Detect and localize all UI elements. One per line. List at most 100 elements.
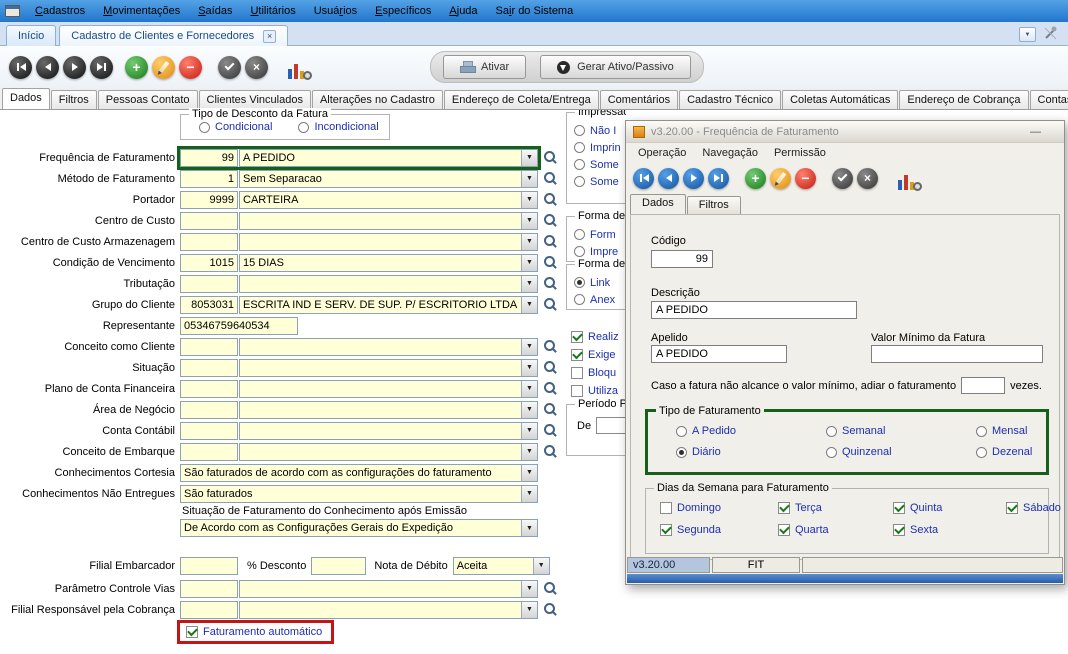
menu-item[interactable]: Sair do Sistema <box>487 0 583 22</box>
combo-field[interactable]: ESCRITA IND E SERV. DE SUP. P/ ESCRITORI… <box>239 296 538 314</box>
checkbox-option[interactable]: Realiz <box>566 328 626 346</box>
dropdown-arrow-icon[interactable]: ▼ <box>521 602 537 618</box>
nota-debito-combo[interactable]: Aceita ▼ <box>453 557 550 575</box>
code-input[interactable]: 1015 <box>180 254 238 272</box>
code-input[interactable]: 99 <box>180 149 238 167</box>
record-tab[interactable]: Endereço de Cobrança <box>899 90 1028 110</box>
search-icon[interactable] <box>543 402 557 417</box>
search-icon[interactable] <box>543 602 557 617</box>
search-icon[interactable] <box>543 255 557 270</box>
next-record-button[interactable] <box>683 168 704 189</box>
search-icon[interactable] <box>543 444 557 459</box>
edit-record-button[interactable] <box>770 168 791 189</box>
record-tab[interactable]: Dados <box>2 88 50 110</box>
dropdown-arrow-icon[interactable]: ▼ <box>521 297 537 313</box>
dropdown-arrow-icon[interactable]: ▼ <box>521 486 537 502</box>
radio-option[interactable]: A Pedido <box>676 425 826 437</box>
dropdown-arrow-icon[interactable]: ▼ <box>521 150 537 166</box>
chart-button[interactable] <box>286 55 312 79</box>
dropdown-arrow-icon[interactable]: ▼ <box>521 423 537 439</box>
checkbox-option[interactable]: Sábado <box>1006 502 1061 514</box>
radio-option[interactable]: Some <box>574 173 626 190</box>
combo-field[interactable]: ▼ <box>239 275 538 293</box>
code-input[interactable] <box>180 359 238 377</box>
code-input[interactable] <box>180 275 238 293</box>
delete-record-button[interactable]: − <box>179 56 202 79</box>
valor-minimo-input[interactable] <box>871 345 1043 363</box>
combo-field[interactable]: ▼ <box>239 580 538 598</box>
faturamento-automatico-checkbox[interactable] <box>186 626 198 638</box>
record-tab[interactable]: Alterações no Cadastro <box>312 90 443 110</box>
dropdown-arrow-icon[interactable]: ▼ <box>521 360 537 376</box>
dialog-tab[interactable]: Filtros <box>687 196 741 214</box>
periodo-de-input[interactable] <box>596 417 626 434</box>
combo-field[interactable]: CARTEIRA ▼ <box>239 191 538 209</box>
radio-option[interactable]: Semanal <box>826 425 976 437</box>
delete-record-button[interactable]: − <box>795 168 816 189</box>
radio-option[interactable]: Some <box>574 156 626 173</box>
search-icon[interactable] <box>543 339 557 354</box>
combo-field[interactable]: ▼ <box>239 233 538 251</box>
gerar-ativo-passivo-button[interactable]: Gerar Ativo/Passivo <box>540 55 691 79</box>
menu-item[interactable]: Usuários <box>305 0 366 22</box>
radio-option[interactable]: Imprin <box>574 139 626 156</box>
dropdown-arrow-icon[interactable]: ▼ <box>533 558 549 574</box>
combo-field[interactable]: ▼ <box>239 443 538 461</box>
confirm-button[interactable] <box>218 56 241 79</box>
cancel-button[interactable]: × <box>857 168 878 189</box>
dropdown-arrow-icon[interactable]: ▼ <box>521 234 537 250</box>
menu-item[interactable]: Movimentações <box>94 0 189 22</box>
record-tab[interactable]: Endereço de Coleta/Entrega <box>444 90 599 110</box>
record-tab[interactable]: Contas a Re <box>1030 90 1068 110</box>
minimize-button[interactable]: — <box>1030 126 1041 138</box>
dialog-menu-item[interactable]: Permissão <box>766 147 834 159</box>
record-tab[interactable]: Pessoas Contato <box>98 90 198 110</box>
code-input[interactable] <box>180 580 238 598</box>
code-input[interactable] <box>180 212 238 230</box>
dropdown-arrow-icon[interactable]: ▼ <box>521 192 537 208</box>
checkbox-option[interactable]: Bloqu <box>566 364 626 382</box>
menu-item[interactable]: Ajuda <box>440 0 486 22</box>
dropdown-arrow-icon[interactable]: ▼ <box>521 339 537 355</box>
combo-field[interactable]: São faturados ▼ <box>180 485 538 503</box>
record-tab[interactable]: Coletas Automáticas <box>782 90 898 110</box>
situacao-faturamento-combo[interactable]: De Acordo com as Configurações Gerais do… <box>180 519 538 537</box>
dropdown-arrow-icon[interactable]: ▼ <box>521 171 537 187</box>
combo-field[interactable]: A PEDIDO ▼ <box>239 149 538 167</box>
code-input[interactable] <box>180 380 238 398</box>
code-input[interactable]: 8053031 <box>180 296 238 314</box>
search-icon[interactable] <box>543 171 557 186</box>
dropdown-arrow-icon[interactable]: ▼ <box>521 381 537 397</box>
checkbox-option[interactable]: Sexta <box>893 524 1006 536</box>
dropdown-arrow-icon[interactable]: ▼ <box>521 581 537 597</box>
combo-field[interactable]: ▼ <box>239 601 538 619</box>
apelido-input[interactable]: A PEDIDO <box>651 345 787 363</box>
code-input[interactable] <box>180 233 238 251</box>
ativar-button[interactable]: Ativar <box>443 55 526 79</box>
code-input[interactable] <box>180 338 238 356</box>
search-icon[interactable] <box>543 360 557 375</box>
menu-item[interactable]: Utilitários <box>241 0 304 22</box>
chart-button[interactable] <box>896 166 922 190</box>
combo-field[interactable]: ▼ <box>239 338 538 356</box>
search-icon[interactable] <box>543 234 557 249</box>
radio-option[interactable]: Mensal <box>976 425 1046 437</box>
checkbox-option[interactable]: Quinta <box>893 502 1006 514</box>
checkbox-option[interactable]: Exige <box>566 346 626 364</box>
dropdown-arrow-icon[interactable]: ▼ <box>521 255 537 271</box>
text-input[interactable]: 05346759640534 <box>180 317 298 335</box>
dropdown-arrow-icon[interactable]: ▼ <box>521 465 537 481</box>
record-tab[interactable]: Cadastro Técnico <box>679 90 781 110</box>
first-record-button[interactable] <box>9 56 32 79</box>
combo-field[interactable]: ▼ <box>239 359 538 377</box>
desconto-input[interactable] <box>311 557 366 575</box>
radio-option[interactable]: Link <box>574 274 626 291</box>
dialog-menu-item[interactable]: Operação <box>630 147 694 159</box>
adiar-vezes-input[interactable] <box>961 377 1005 394</box>
dropdown-arrow-icon[interactable]: ▼ <box>521 402 537 418</box>
window-tab[interactable]: Cadastro de Clientes e Fornecedores × <box>59 25 288 46</box>
dialog-tab[interactable]: Dados <box>630 194 686 214</box>
codigo-input[interactable]: 99 <box>651 250 713 268</box>
tab-close-icon[interactable]: × <box>263 30 276 43</box>
combo-field[interactable]: ▼ <box>239 422 538 440</box>
